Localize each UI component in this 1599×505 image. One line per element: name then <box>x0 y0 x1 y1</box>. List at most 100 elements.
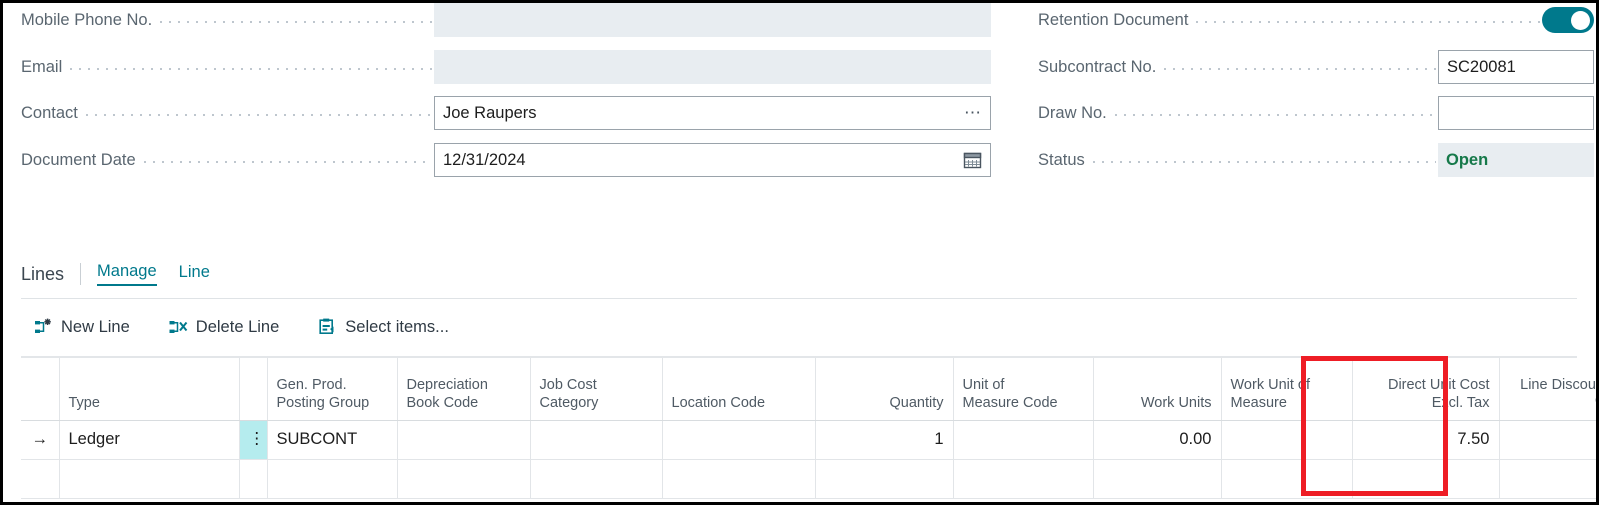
row-menu-button[interactable]: ⋮ <box>239 420 268 460</box>
col-header-work-unit-of-measure-label: Work Unit of Measure <box>1230 377 1311 412</box>
row-menu-button[interactable] <box>239 459 268 499</box>
leader-dots <box>1092 153 1436 167</box>
retention-document-toggle[interactable] <box>1542 7 1594 33</box>
calendar-icon <box>963 152 982 169</box>
cell-location-code[interactable] <box>662 459 816 499</box>
cell-direct-unit-cost-excl-tax[interactable]: 7.50 <box>1352 420 1500 460</box>
lines-toolbar: New Line Delete Line Select items... <box>33 309 487 345</box>
col-header-gen-prod-posting-group[interactable]: Gen. Prod. Posting Group <box>267 358 398 421</box>
cell-gen-prod-posting-group[interactable] <box>267 459 398 499</box>
select-items-button[interactable]: Select items... <box>317 317 449 337</box>
new-line-label: New Line <box>61 317 130 336</box>
table-header-row: Type Gen. Prod. Posting Group Depreciatio… <box>21 358 1596 421</box>
divider <box>80 263 82 285</box>
toggle-knob <box>1571 10 1590 30</box>
delete-line-button[interactable]: Delete Line <box>168 317 279 337</box>
col-header-direct-unit-cost-excl-tax-label: Direct Unit Cost Excl. Tax <box>1387 377 1490 412</box>
cell-job-cost-category[interactable] <box>530 459 663 499</box>
col-header-work-units[interactable]: Work Units <box>1093 358 1222 421</box>
field-label-retention-document: Retention Document <box>1038 10 1189 29</box>
row-selector-arrow[interactable]: → <box>21 420 60 460</box>
new-line-button[interactable]: New Line <box>33 317 130 337</box>
cell-work-units[interactable]: 0.00 <box>1093 420 1222 460</box>
contact-value: Joe Raupers <box>443 103 537 122</box>
cell-work-unit-of-measure[interactable] <box>1221 420 1353 460</box>
col-header-work-unit-of-measure[interactable]: Work Unit of Measure <box>1221 358 1353 421</box>
cell-quantity[interactable]: 1 <box>815 420 954 460</box>
cell-work-unit-of-measure[interactable] <box>1221 459 1353 499</box>
ellipsis-icon: ⋯ <box>964 103 982 122</box>
col-header-direct-unit-cost-excl-tax[interactable]: Direct Unit Cost Excl. Tax <box>1352 358 1500 421</box>
draw-no-input[interactable] <box>1438 96 1594 130</box>
delete-line-label: Delete Line <box>195 317 280 336</box>
col-header-quantity[interactable]: Quantity <box>815 358 954 421</box>
col-header-location-code-label: Location Code <box>671 395 766 412</box>
col-header-type[interactable]: Type <box>59 358 240 421</box>
cell-unit-of-measure-code[interactable] <box>953 420 1094 460</box>
leader-dots <box>143 153 432 167</box>
col-header-location-code[interactable]: Location Code <box>662 358 816 421</box>
col-header-depreciation-book-code[interactable]: Depreciation Book Code <box>397 358 531 421</box>
field-row-contact: Contact Joe Raupers ⋯ <box>21 96 991 130</box>
col-header-dots <box>239 358 268 421</box>
cell-gen-prod-posting-group[interactable]: SUBCONT <box>267 420 398 460</box>
cell-depreciation-book-code[interactable] <box>397 420 531 460</box>
lines-grid: Type Gen. Prod. Posting Group Depreciatio… <box>21 356 1596 499</box>
col-header-gen-prod-posting-group-label: Gen. Prod. Posting Group <box>276 377 370 412</box>
table-row[interactable]: → Ledger ⋮ SUBCONT 1 0.00 7.50 <box>21 420 1596 460</box>
subcontract-no-input[interactable]: SC20081 <box>1438 50 1594 84</box>
select-items-label: Select items... <box>345 317 449 336</box>
status-badge: Open <box>1438 143 1594 177</box>
cell-location-code[interactable] <box>662 420 816 460</box>
field-row-draw-no: Draw No. <box>1038 96 1594 130</box>
table-row[interactable] <box>21 459 1596 499</box>
col-header-depreciation-book-code-label: Depreciation Book Code <box>406 377 488 412</box>
cell-type[interactable]: Ledger <box>59 420 240 460</box>
row-selector-arrow[interactable] <box>21 459 60 499</box>
leader-dots <box>1196 13 1540 27</box>
field-label-mobile-phone: Mobile Phone No. <box>21 10 153 29</box>
contact-input[interactable]: Joe Raupers ⋯ <box>434 96 991 130</box>
col-header-work-units-label: Work Units <box>1140 395 1212 412</box>
leader-dots <box>1114 106 1436 120</box>
cell-work-units[interactable] <box>1093 459 1222 499</box>
document-date-input[interactable]: 12/31/2024 <box>434 143 991 177</box>
field-row-document-date: Document Date 12/31/2024 <box>21 143 991 177</box>
leader-dots <box>70 60 432 74</box>
leader-dots <box>160 13 432 27</box>
lines-section-header: Lines Manage Line <box>21 259 232 289</box>
col-header-arrow <box>21 358 60 421</box>
field-label-email: Email <box>21 57 63 76</box>
col-header-line-discount-pct[interactable]: Line Discount % <box>1499 358 1596 421</box>
mobile-phone-input[interactable] <box>434 3 991 37</box>
lines-table: Type Gen. Prod. Posting Group Depreciatio… <box>21 358 1596 499</box>
cell-line-discount-pct[interactable] <box>1499 459 1596 499</box>
field-row-subcontract-no: Subcontract No. SC20081 <box>1038 50 1594 84</box>
field-row-mobile-phone: Mobile Phone No. <box>21 3 991 37</box>
action-manage[interactable]: Manage <box>97 262 157 286</box>
date-picker-button[interactable] <box>963 151 982 170</box>
cell-unit-of-measure-code[interactable] <box>953 459 1094 499</box>
email-input[interactable] <box>434 50 991 84</box>
cell-direct-unit-cost-excl-tax[interactable] <box>1352 459 1500 499</box>
col-header-quantity-label: Quantity <box>889 395 944 412</box>
field-row-email: Email <box>21 50 991 84</box>
document-date-value: 12/31/2024 <box>443 150 526 169</box>
field-label-document-date: Document Date <box>21 150 136 169</box>
field-row-status: Status Open <box>1038 143 1594 177</box>
field-label-contact: Contact <box>21 103 78 122</box>
field-row-retention-document: Retention Document <box>1038 3 1594 37</box>
cell-depreciation-book-code[interactable] <box>397 459 531 499</box>
cell-line-discount-pct[interactable] <box>1499 420 1596 460</box>
col-header-job-cost-category[interactable]: Job Cost Category <box>530 358 663 421</box>
action-line[interactable]: Line <box>179 263 210 285</box>
cell-type[interactable] <box>59 459 240 499</box>
col-header-type-label: Type <box>68 395 100 412</box>
contact-lookup-button[interactable]: ⋯ <box>964 103 982 122</box>
col-header-unit-of-measure-code[interactable]: Unit of Measure Code <box>953 358 1094 421</box>
cell-quantity[interactable] <box>815 459 954 499</box>
cell-job-cost-category[interactable] <box>530 420 663 460</box>
field-label-draw-no: Draw No. <box>1038 103 1107 122</box>
select-items-icon <box>319 318 334 335</box>
screenshot-frame: Mobile Phone No. Email Contact Joe Raupe… <box>0 0 1599 505</box>
